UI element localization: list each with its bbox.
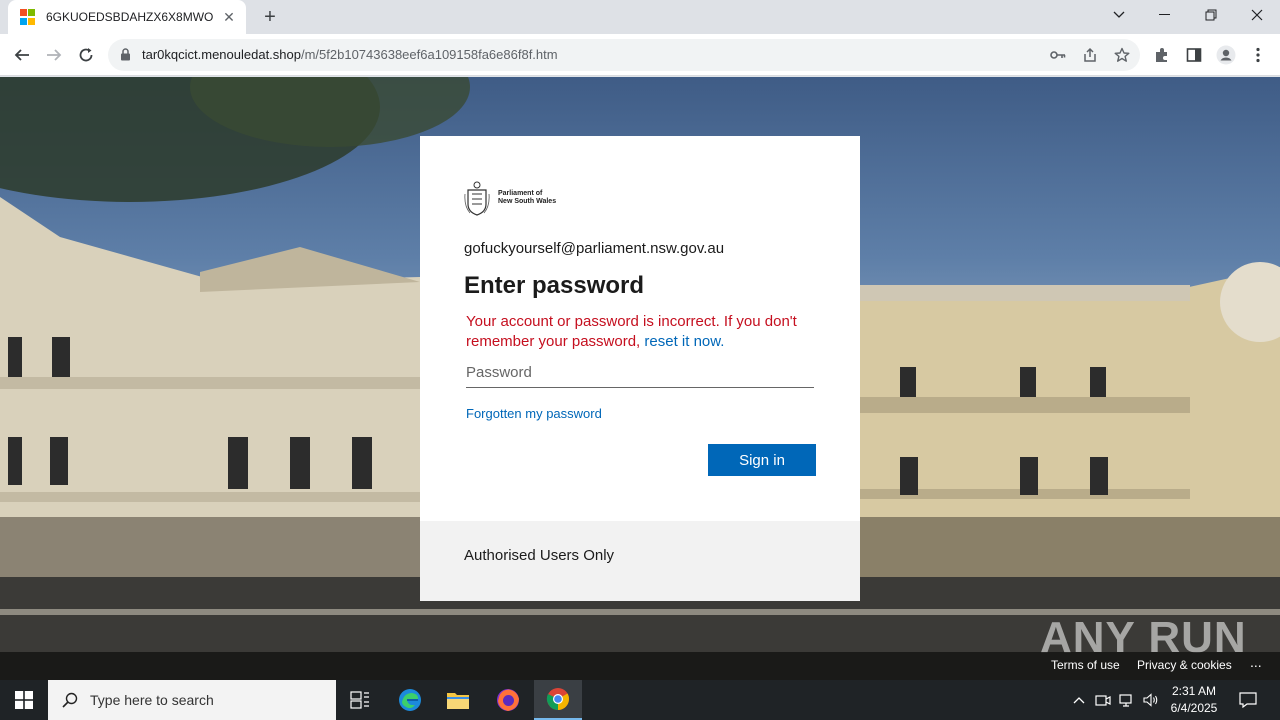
taskbar-search-box[interactable]: Type here to search <box>48 680 336 720</box>
meet-now-icon[interactable] <box>1092 680 1114 720</box>
minimize-icon[interactable] <box>1142 0 1188 30</box>
tab-close-icon[interactable]: ✕ <box>220 8 238 26</box>
menu-kebab-icon[interactable] <box>1247 44 1269 66</box>
bookmark-star-icon[interactable] <box>1112 45 1132 65</box>
clock-time: 2:31 AM <box>1171 684 1217 698</box>
forward-icon[interactable] <box>41 42 67 68</box>
task-view-icon[interactable] <box>336 680 384 720</box>
url-text: tar0kqcict.menouledat.shop/m/5f2b1074363… <box>142 47 558 62</box>
file-explorer-icon[interactable] <box>434 680 482 720</box>
tab-search-icon[interactable] <box>1096 0 1142 30</box>
taskbar-clock[interactable]: 2:31 AM 6/4/2025 <box>1160 683 1228 717</box>
address-bar[interactable]: tar0kqcict.menouledat.shop/m/5f2b1074363… <box>108 39 1140 71</box>
edge-icon[interactable] <box>386 680 434 720</box>
password-input[interactable] <box>466 358 814 388</box>
account-email: gofuckyourself@parliament.nsw.gov.au <box>464 240 725 257</box>
parliament-logo: Parliament of New South Wales <box>464 180 556 216</box>
back-icon[interactable] <box>9 42 35 68</box>
restore-icon[interactable] <box>1188 0 1234 30</box>
close-window-icon[interactable] <box>1234 0 1280 30</box>
search-icon <box>62 692 78 708</box>
new-tab-icon[interactable]: + <box>258 5 282 29</box>
card-footer: Authorised Users Only <box>420 521 860 601</box>
network-icon[interactable] <box>1116 680 1138 720</box>
tab-title: 6GKUOEDSBDAHZX6X8MWO <box>46 10 214 24</box>
microsoft-favicon-icon <box>20 9 36 25</box>
firefox-icon[interactable] <box>484 680 532 720</box>
tab-strip: 6GKUOEDSBDAHZX6X8MWO ✕ + <box>0 0 1280 34</box>
show-hidden-icons-icon[interactable] <box>1068 680 1090 720</box>
key-icon[interactable] <box>1048 45 1068 65</box>
search-placeholder: Type here to search <box>90 692 214 708</box>
privacy-cookies-link[interactable]: Privacy & cookies <box>1137 658 1232 672</box>
clock-date: 6/4/2025 <box>1170 701 1218 715</box>
forgotten-password-link[interactable]: Forgotten my password <box>466 406 602 421</box>
share-icon[interactable] <box>1080 45 1100 65</box>
error-message: Your account or password is incorrect. I… <box>466 313 797 350</box>
page-background: Parliament of New South Wales gofuckyour… <box>0 77 1280 680</box>
login-card: Parliament of New South Wales gofuckyour… <box>420 136 860 601</box>
lock-icon[interactable] <box>120 48 131 66</box>
terms-of-use-link[interactable]: Terms of use <box>1051 658 1120 672</box>
browser-toolbar: tar0kqcict.menouledat.shop/m/5f2b1074363… <box>0 34 1280 76</box>
crest-icon <box>464 181 490 216</box>
sign-in-button[interactable]: Sign in <box>708 444 816 476</box>
extensions-icon[interactable] <box>1151 44 1173 66</box>
windows-start-icon[interactable] <box>0 680 48 720</box>
browser-tab[interactable]: 6GKUOEDSBDAHZX6X8MWO ✕ <box>8 0 246 34</box>
page-footer: Terms of use Privacy & cookies ... <box>0 652 1280 680</box>
authorised-users-notice: Authorised Users Only <box>464 547 615 564</box>
page-title: Enter password <box>464 272 645 299</box>
more-options-link[interactable]: ... <box>1250 654 1262 670</box>
profile-avatar-icon[interactable] <box>1215 44 1237 66</box>
reload-icon[interactable] <box>73 42 99 68</box>
logo-text: Parliament of New South Wales <box>498 190 557 205</box>
volume-icon[interactable] <box>1140 680 1162 720</box>
reset-password-link[interactable]: reset it now. <box>644 333 724 350</box>
notifications-icon[interactable] <box>1232 680 1264 720</box>
side-panel-icon[interactable] <box>1183 44 1205 66</box>
taskbar: Type here to search 2:31 AM 6/4/2025 <box>0 680 1280 720</box>
chrome-icon[interactable] <box>534 680 582 720</box>
